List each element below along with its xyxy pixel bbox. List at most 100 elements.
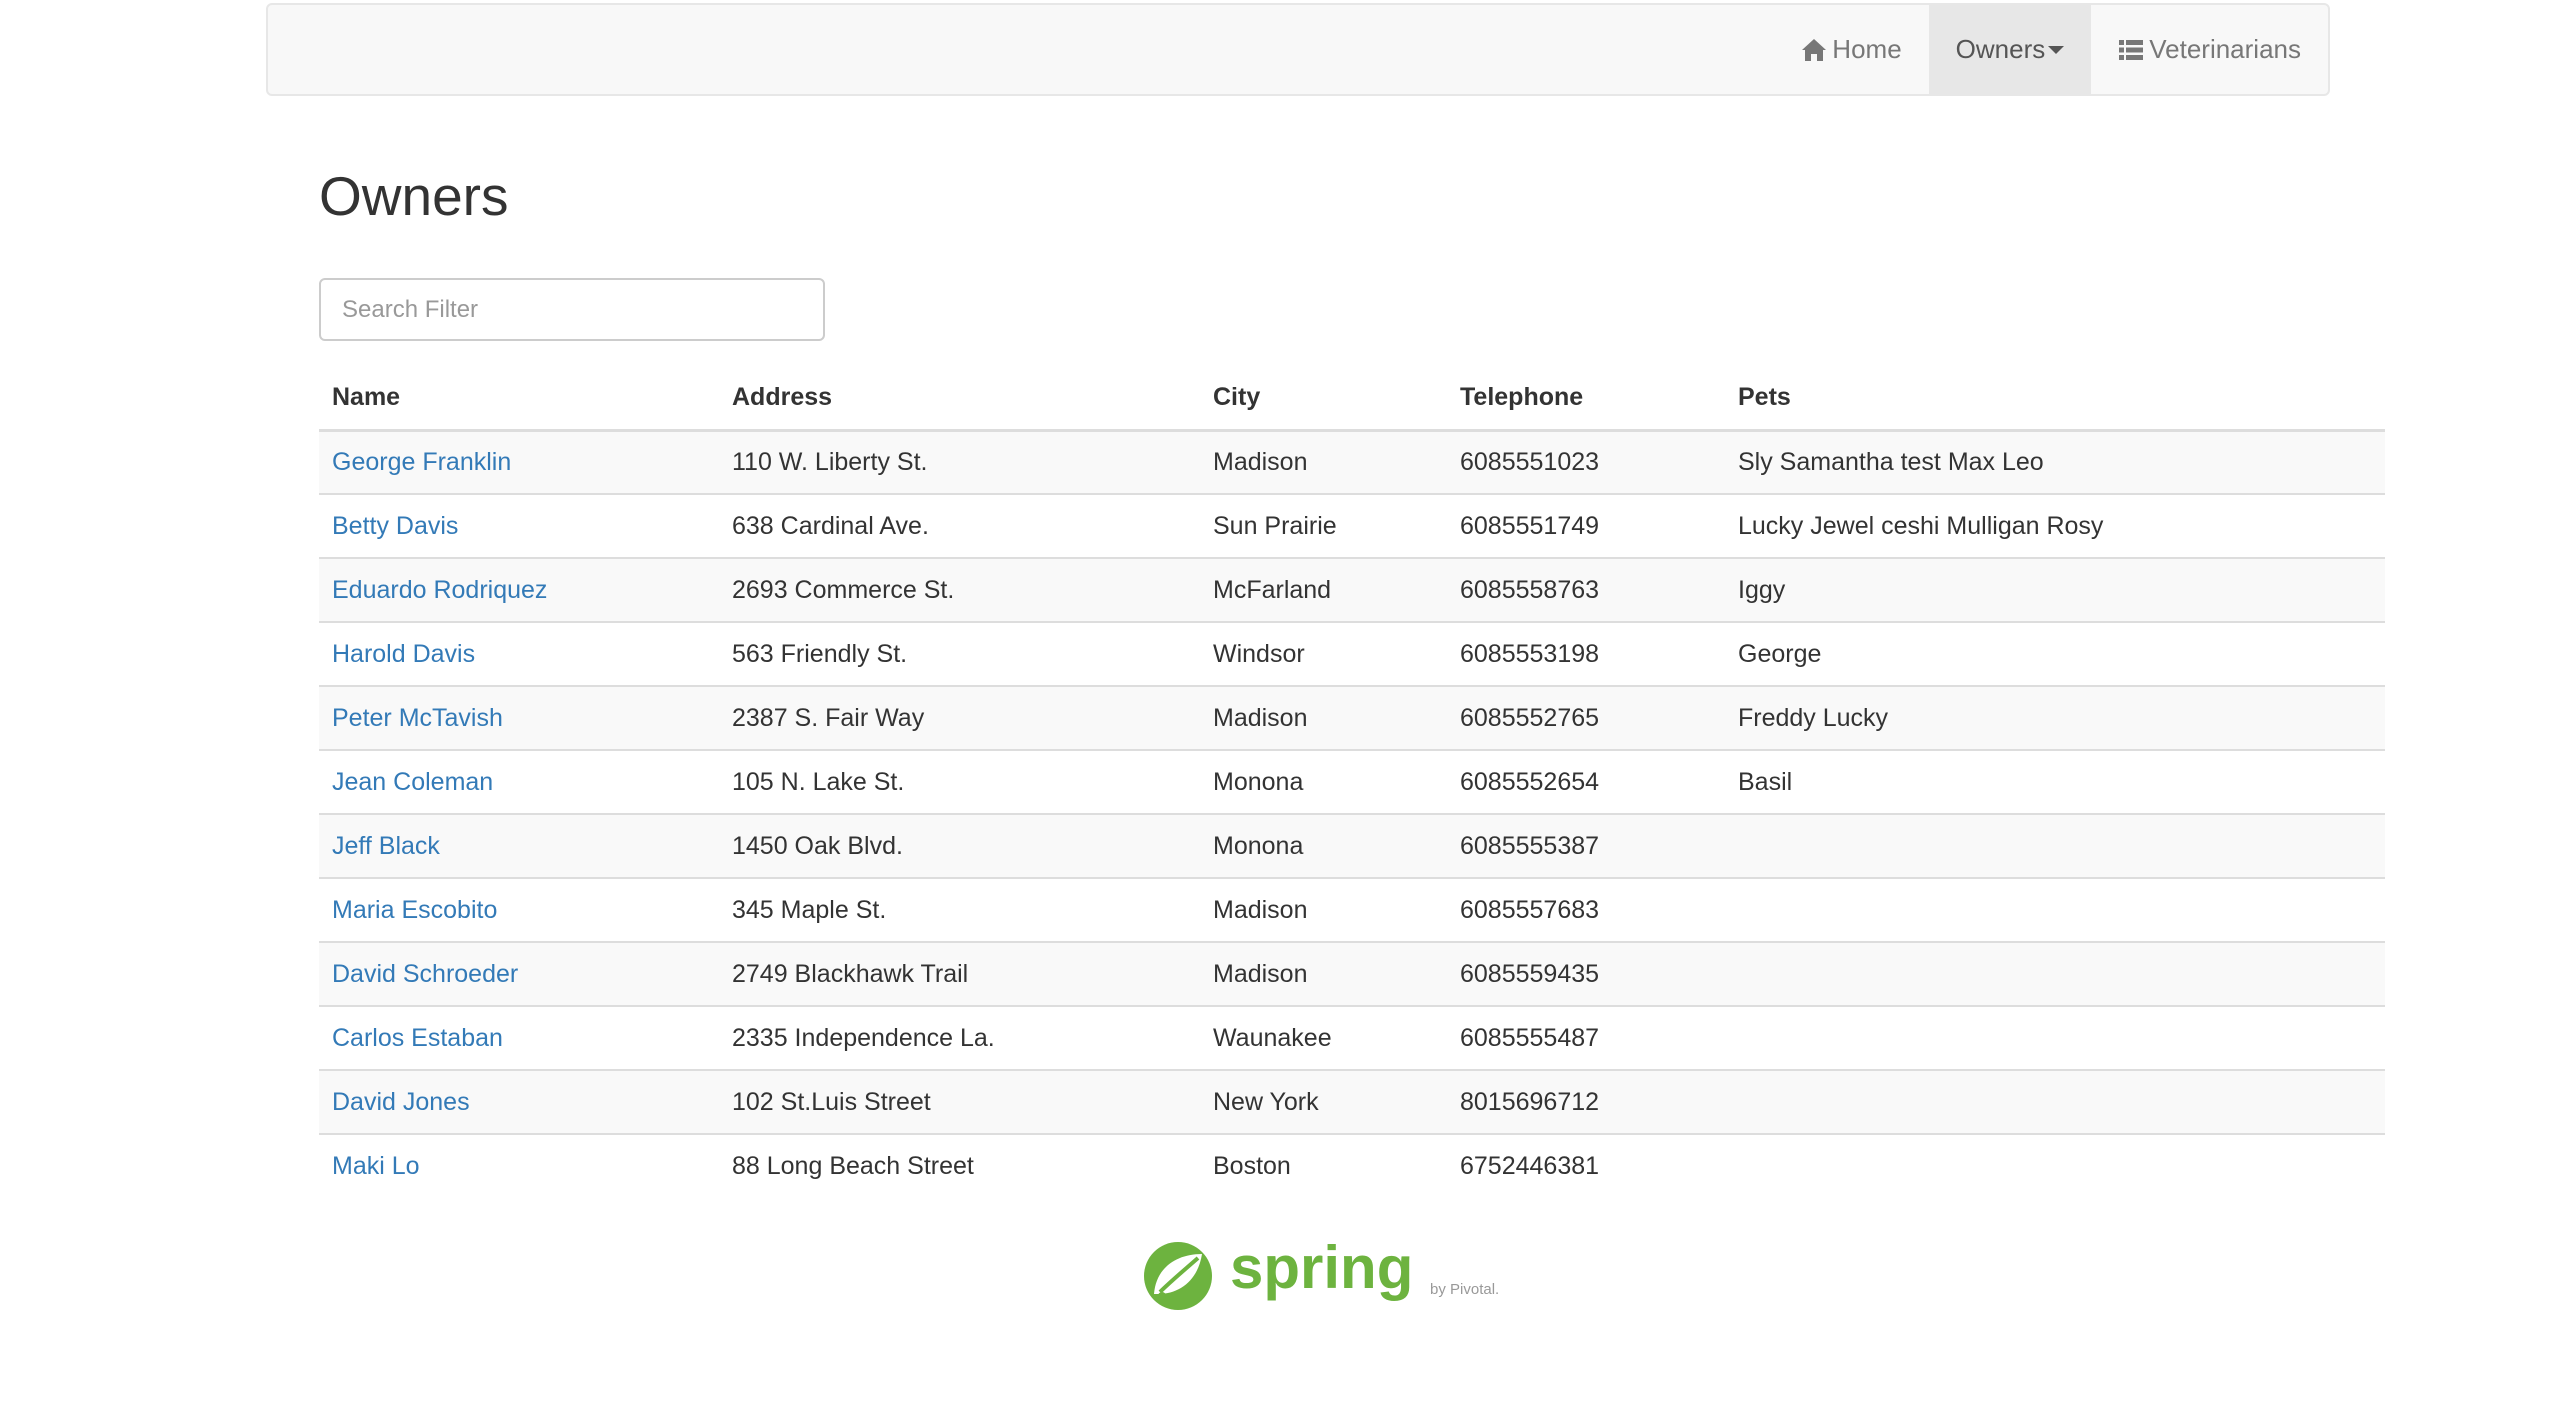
cell-address: 1450 Oak Blvd. xyxy=(719,813,1200,878)
owner-link[interactable]: George Franklin xyxy=(332,448,511,476)
cell-telephone: 6085555387 xyxy=(1447,813,1725,878)
owner-link[interactable]: Harold Davis xyxy=(332,640,475,668)
table-row: Harold Davis 563 Friendly St. Windsor 60… xyxy=(319,621,2385,686)
owners-table: Name Address City Telephone Pets George … xyxy=(319,366,2385,1198)
column-header-city[interactable]: City xyxy=(1200,366,1447,432)
cell-pets xyxy=(1725,1005,2385,1070)
cell-name: Maki Lo xyxy=(319,1133,719,1198)
cell-pets xyxy=(1725,877,2385,942)
cell-address: 638 Cardinal Ave. xyxy=(719,493,1200,558)
table-row: Peter McTavish 2387 S. Fair Way Madison … xyxy=(319,685,2385,750)
owners-table-body: George Franklin 110 W. Liberty St. Madis… xyxy=(319,430,2385,1198)
owner-link[interactable]: Jean Coleman xyxy=(332,768,493,796)
cell-telephone: 6085552765 xyxy=(1447,685,1725,750)
cell-name: Eduardo Rodriquez xyxy=(319,557,719,622)
cell-address: 110 W. Liberty St. xyxy=(732,447,928,476)
cell-telephone: 6085557683 xyxy=(1447,877,1725,942)
cell-address: 2749 Blackhawk Trail xyxy=(719,941,1200,1006)
table-row: Eduardo Rodriquez 2693 Commerce St. McFa… xyxy=(319,557,2385,622)
table-row: Carlos Estaban 2335 Independence La. Wau… xyxy=(319,1005,2385,1070)
owner-link[interactable]: Carlos Estaban xyxy=(332,1024,503,1052)
table-row: David Schroeder 2749 Blackhawk Trail Mad… xyxy=(319,941,2385,1006)
cell-city: Sun Prairie xyxy=(1200,493,1447,558)
column-header-address[interactable]: Address xyxy=(719,366,1200,432)
cell-telephone: 6085551749 xyxy=(1447,493,1725,558)
cell-address: 2335 Independence La. xyxy=(719,1005,1200,1070)
cell-pets: Iggy xyxy=(1725,557,2385,622)
cell-telephone: 6085559435 xyxy=(1447,941,1725,1006)
cell-city: Windsor xyxy=(1200,621,1447,686)
cell-pets: George xyxy=(1725,621,2385,686)
cell-name: David Schroeder xyxy=(319,941,719,1006)
column-header-name[interactable]: Name xyxy=(319,366,719,432)
cell-telephone: 8015696712 xyxy=(1447,1069,1725,1134)
cell-address: 105 N. Lake St. xyxy=(719,749,1200,814)
top-navbar: Home Owners Veterinarians xyxy=(266,3,2330,96)
cell-city: Madison xyxy=(1200,941,1447,1006)
cell-name: Jean Coleman xyxy=(319,749,719,814)
nav-veterinarians-label: Veterinarians xyxy=(2149,34,2301,64)
cell-telephone: 6085558763 xyxy=(1447,557,1725,622)
cell-city: New York xyxy=(1200,1069,1447,1134)
column-header-pets[interactable]: Pets xyxy=(1725,366,2385,432)
owner-link[interactable]: Maki Lo xyxy=(332,1152,420,1180)
owner-link[interactable]: Maria Escobito xyxy=(332,896,497,924)
cell-address: 2693 Commerce St. xyxy=(719,557,1200,622)
nav-owners-label: Owners xyxy=(1955,34,2046,64)
cell-telephone: 6085553198 xyxy=(1447,621,1725,686)
pivotal-byline: by Pivotal. xyxy=(1430,1281,1499,1298)
table-row: Maria Escobito 345 Maple St. Madison 608… xyxy=(319,877,2385,942)
cell-city: Monona xyxy=(1200,749,1447,814)
owner-link[interactable]: Betty Davis xyxy=(332,512,458,540)
caret-down-icon xyxy=(2048,45,2065,54)
cell-name: Maria Escobito xyxy=(319,877,719,942)
cell-city: McFarland xyxy=(1200,557,1447,622)
cell-city: Monona xyxy=(1200,813,1447,878)
cell-pets: Lucky Jewel ceshi Mulligan Rosy xyxy=(1725,493,2385,558)
table-row: Maki Lo 88 Long Beach Street Boston 6752… xyxy=(319,1133,2385,1198)
list-icon xyxy=(2119,39,2144,60)
cell-address: 88 Long Beach Street xyxy=(719,1133,1200,1198)
cell-address: 102 St.Luis Street xyxy=(719,1069,1200,1134)
cell-city: Boston xyxy=(1200,1133,1447,1198)
table-row: George Franklin 110 W. Liberty St. Madis… xyxy=(319,430,2385,494)
cell-pets xyxy=(1725,813,2385,878)
nav-home-label: Home xyxy=(1832,34,1902,64)
nav-owners-dropdown[interactable]: Owners xyxy=(1928,5,2092,94)
spring-leaf-icon xyxy=(1144,1242,1212,1310)
cell-telephone: 6085551023 xyxy=(1460,447,1600,476)
cell-telephone: 6085552654 xyxy=(1447,749,1725,814)
cell-pets xyxy=(1725,941,2385,1006)
owner-link[interactable]: David Jones xyxy=(332,1088,470,1116)
owner-link[interactable]: David Schroeder xyxy=(332,960,518,988)
cell-pets xyxy=(1725,1133,2385,1198)
cell-pets: Sly Samantha test Max Leo xyxy=(1738,447,2044,476)
cell-telephone: 6085555487 xyxy=(1447,1005,1725,1070)
cell-city: Madison xyxy=(1200,685,1447,750)
cell-name: Jeff Black xyxy=(319,813,719,878)
owner-link[interactable]: Jeff Black xyxy=(332,832,440,860)
cell-telephone: 6752446381 xyxy=(1447,1133,1725,1198)
search-filter-input[interactable] xyxy=(319,278,825,341)
cell-pets xyxy=(1725,1069,2385,1134)
cell-name: Carlos Estaban xyxy=(319,1005,719,1070)
home-icon xyxy=(1802,38,1827,61)
cell-address: 2387 S. Fair Way xyxy=(719,685,1200,750)
cell-name: Harold Davis xyxy=(319,621,719,686)
table-row: Betty Davis 638 Cardinal Ave. Sun Prairi… xyxy=(319,493,2385,558)
page-title: Owners xyxy=(319,165,509,227)
nav-home[interactable]: Home xyxy=(1774,5,1928,94)
cell-name: Betty Davis xyxy=(319,493,719,558)
owner-link[interactable]: Peter McTavish xyxy=(332,704,503,732)
cell-city: Waunakee xyxy=(1200,1005,1447,1070)
cell-address: 345 Maple St. xyxy=(719,877,1200,942)
owner-link[interactable]: Eduardo Rodriquez xyxy=(332,576,547,604)
cell-address: 563 Friendly St. xyxy=(719,621,1200,686)
cell-name: David Jones xyxy=(319,1069,719,1134)
table-row: David Jones 102 St.Luis Street New York … xyxy=(319,1069,2385,1134)
table-header-row: Name Address City Telephone Pets xyxy=(319,366,2385,432)
nav-veterinarians[interactable]: Veterinarians xyxy=(2091,5,2328,94)
cell-city: Madison xyxy=(1213,447,1308,476)
spring-logo-text: spring xyxy=(1230,1236,1413,1301)
column-header-telephone[interactable]: Telephone xyxy=(1447,366,1725,432)
